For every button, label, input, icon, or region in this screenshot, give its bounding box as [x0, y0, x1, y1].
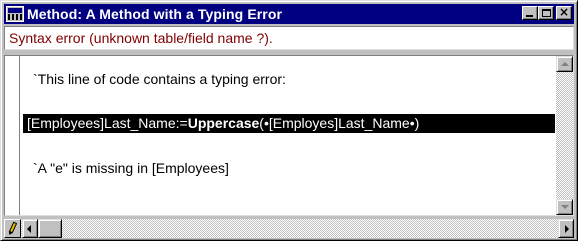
maximize-icon: [542, 9, 551, 17]
scroll-right-button[interactable]: [558, 219, 574, 238]
code-assignment: [Employees]Last_Name:=: [27, 115, 188, 131]
arrow-left-icon: [27, 225, 31, 233]
vertical-scrollbar[interactable]: [556, 56, 573, 215]
code-line-comment[interactable]: `This line of code contains a typing err…: [33, 71, 286, 87]
error-message: Syntax error (unknown table/field name ?…: [4, 26, 574, 50]
window-title: Method: A Method with a Typing Error: [27, 6, 283, 22]
edit-mode-button[interactable]: [4, 219, 21, 238]
scroll-down-button[interactable]: [556, 199, 573, 215]
minimize-icon: [526, 15, 533, 17]
maximize-button[interactable]: [538, 6, 554, 20]
title-bar[interactable]: Method: A Method with a Typing Error ×: [4, 4, 574, 24]
minimize-button[interactable]: [522, 6, 538, 20]
scroll-left-button[interactable]: [22, 219, 38, 238]
code-editor[interactable]: `This line of code contains a typing err…: [4, 55, 574, 216]
code-argument: (•[Employes]Last_Name•): [259, 115, 420, 131]
scroll-up-button[interactable]: [556, 56, 573, 72]
window-controls: ×: [522, 5, 572, 20]
code-command: Uppercase: [187, 115, 260, 131]
arrow-down-icon: [561, 205, 569, 209]
horizontal-scrollbar[interactable]: [4, 219, 574, 238]
code-line-selected[interactable]: [Employees]Last_Name:=Uppercase(•[Employ…: [23, 114, 555, 133]
arrow-right-icon: [565, 225, 569, 233]
method-editor-window: Method: A Method with a Typing Error × S…: [0, 0, 578, 241]
arrow-up-icon: [561, 62, 569, 66]
scroll-thumb[interactable]: [38, 219, 62, 238]
method-editor-icon[interactable]: [6, 6, 24, 22]
close-button[interactable]: ×: [556, 5, 572, 20]
code-line-comment-2[interactable]: `A "e" is missing in [Employees]: [33, 160, 229, 176]
close-icon: ×: [558, 5, 570, 19]
